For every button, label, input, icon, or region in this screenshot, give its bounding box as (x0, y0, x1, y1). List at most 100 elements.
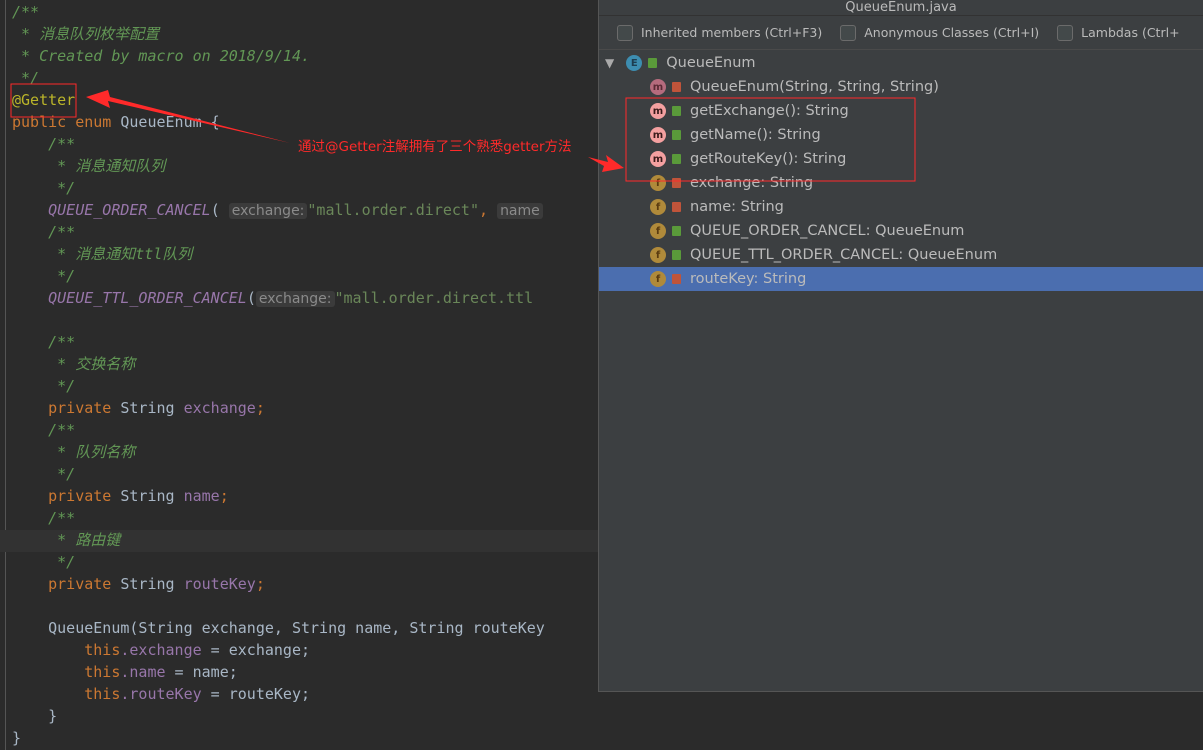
code-line: QUEUE_ORDER_CANCEL( exchange: "mall.order… (12, 199, 543, 221)
field-name: exchange (183, 399, 256, 417)
code-line: } (12, 729, 22, 747)
param-hint: exchange: (255, 291, 335, 307)
tree-item[interactable]: f name: String (599, 195, 1203, 219)
param-hint: name (497, 203, 543, 219)
static-field-icon: f (650, 247, 666, 263)
param-hint: exchange: (228, 203, 308, 219)
tree-item[interactable]: m QueueEnum(String, String, String) (599, 75, 1203, 99)
paren: ( (210, 201, 220, 219)
tree-item[interactable]: m getName(): String (599, 123, 1203, 147)
code-line: /** (12, 509, 76, 527)
code-line: /** (12, 3, 40, 21)
checkbox-label: Inherited members (Ctrl+F3) (641, 25, 823, 40)
enum-constant: QUEUE_TTL_ORDER_CANCEL (12, 289, 247, 307)
public-lock-icon (672, 106, 681, 116)
tree-item[interactable]: f QUEUE_ORDER_CANCEL: QueueEnum (599, 219, 1203, 243)
code-line: this.exchange = exchange; (12, 639, 310, 661)
file-structure-popup: QueueEnum.java Inherited members (Ctrl+F… (598, 0, 1203, 692)
assign: = exchange; (201, 641, 311, 659)
code-line: * 消息队列枚举配置 (12, 25, 160, 43)
lambdas-checkbox[interactable]: Lambdas (Ctrl+ (1057, 24, 1180, 41)
code-line: private String routeKey; (12, 573, 265, 595)
comma: , (479, 201, 498, 219)
tree-item[interactable]: f exchange: String (599, 171, 1203, 195)
checkbox-label: Lambdas (Ctrl+ (1081, 25, 1180, 40)
code-line: /** (12, 223, 76, 241)
field-ref: .routeKey (120, 685, 202, 703)
keyword: private (12, 487, 121, 505)
enum-icon: E (626, 55, 643, 71)
filter-bar: Inherited members (Ctrl+F3) Anonymous Cl… (599, 16, 1203, 50)
tree-item-label: name: String (690, 199, 784, 215)
popup-title-text: QueueEnum.java (845, 0, 957, 15)
code-line: */ (12, 179, 76, 197)
tree-root-queueenum[interactable]: ▼ E QueueEnum (599, 51, 1203, 75)
method-icon: m (650, 79, 666, 95)
private-lock-icon (672, 178, 681, 188)
tree-item-label: exchange: String (690, 175, 814, 191)
getter-annotation: @Getter (12, 91, 76, 109)
field-name: name (183, 487, 220, 505)
code-line: /** (12, 333, 76, 351)
code-line: */ (12, 267, 76, 285)
paren: ( (246, 289, 256, 307)
assign: = name; (165, 663, 238, 681)
tree-item-label: QUEUE_ORDER_CANCEL: QueueEnum (690, 223, 965, 239)
keyword: this (12, 641, 121, 659)
static-field-icon: f (650, 223, 666, 239)
code-line: * Created by macro on 2018/9/14. (12, 47, 311, 65)
checkbox-box[interactable] (617, 24, 633, 41)
code-line: this.name = name; (12, 661, 238, 683)
checkbox-box[interactable] (1057, 24, 1074, 41)
code-line: * 消息通知ttl队列 (12, 245, 193, 263)
checkbox-box[interactable] (840, 24, 857, 41)
field-icon: f (650, 199, 666, 215)
checkbox-label: Anonymous Classes (Ctrl+I) (864, 25, 1040, 40)
keyword: this (12, 685, 121, 703)
public-lock-icon (672, 250, 681, 260)
code-line: private String name; (12, 485, 229, 507)
expand-triangle-icon[interactable]: ▼ (605, 56, 614, 70)
code-line: /** (12, 135, 76, 153)
method-icon: m (650, 151, 666, 167)
keyword: private (12, 399, 121, 417)
code-line: * 路由键 (12, 531, 121, 549)
method-icon: m (650, 103, 666, 119)
field-name: routeKey (183, 575, 256, 593)
code-line: */ (12, 553, 76, 571)
tree-item-selected[interactable]: f routeKey: String (599, 267, 1203, 291)
tree-item-label: getRouteKey(): String (690, 151, 847, 167)
public-lock-icon (648, 58, 658, 68)
keyword: this (12, 663, 121, 681)
code-editor[interactable]: /** * 消息队列枚举配置 * Created by macro on 201… (0, 0, 600, 750)
code-line: */ (12, 465, 76, 483)
anonymous-classes-checkbox[interactable]: Anonymous Classes (Ctrl+I) (840, 24, 1040, 41)
private-lock-icon (672, 202, 681, 212)
tree-item[interactable]: f QUEUE_TTL_ORDER_CANCEL: QueueEnum (599, 243, 1203, 267)
code-line: } (12, 707, 58, 725)
code-line: /** (12, 421, 76, 439)
code-line: public enum QueueEnum { (12, 111, 220, 133)
code-line: QUEUE_TTL_ORDER_CANCEL(exchange: "mall.or… (12, 287, 533, 309)
field-icon: f (650, 271, 666, 287)
code-line: * 消息通知队列 (12, 157, 166, 175)
keyword: private (12, 575, 121, 593)
tree-item-label: getExchange(): String (690, 103, 849, 119)
assign: = routeKey; (201, 685, 311, 703)
tree-item[interactable]: m getRouteKey(): String (599, 147, 1203, 171)
string-literal: "mall.order.direct" (307, 201, 479, 219)
annotation-text: 通过@Getter注解拥有了三个熟悉getter方法 (298, 139, 572, 155)
type: String (120, 399, 184, 417)
type: String (120, 487, 184, 505)
code-line: * 队列名称 (12, 443, 136, 461)
tree-item-label: QueueEnum(String, String, String) (690, 79, 939, 95)
public-lock-icon (672, 130, 681, 140)
field-icon: f (650, 175, 666, 191)
tree-item-label: getName(): String (690, 127, 821, 143)
tree-item[interactable]: m getExchange(): String (599, 99, 1203, 123)
method-icon: m (650, 127, 666, 143)
inherited-members-checkbox[interactable]: Inherited members (Ctrl+F3) (617, 24, 823, 41)
type: String (120, 575, 184, 593)
keyword: public enum (12, 113, 121, 131)
private-lock-icon (672, 274, 681, 284)
